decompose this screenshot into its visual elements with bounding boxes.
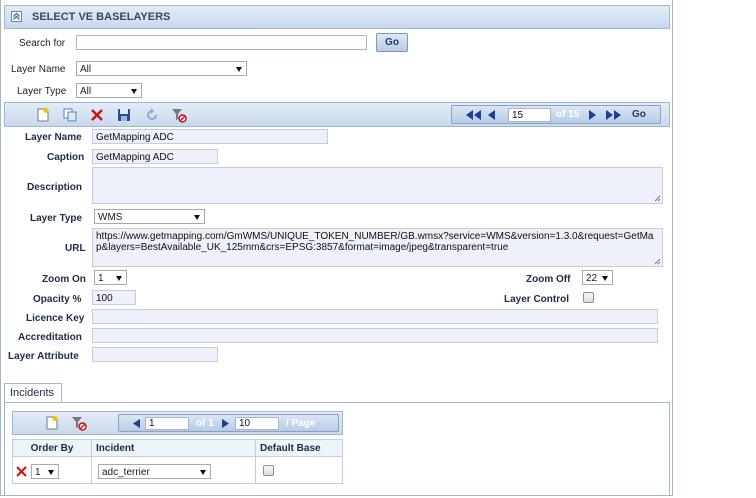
order-select[interactable]: 1 [31, 464, 59, 479]
order-cell: 1 [12, 456, 92, 484]
incidents-pager: 1 of 1 10 / Page [118, 414, 339, 432]
default-base-cell [255, 456, 343, 484]
record-count-text: of 15 [556, 109, 580, 120]
panel-title: SELECT VE BASELAYERS [32, 11, 171, 23]
chevron-down-icon [131, 89, 137, 94]
incident-page-count: of 1 [196, 418, 214, 429]
chevron-down-icon [236, 67, 242, 72]
incident-value: adc_terrier [102, 467, 150, 478]
prev-page-icon[interactable] [133, 419, 141, 428]
zoom-off-select[interactable]: 22 [582, 270, 613, 285]
caption-input[interactable]: GetMapping ADC [92, 149, 218, 164]
next-page-icon[interactable] [589, 110, 597, 120]
last-page-icon[interactable] [606, 110, 622, 120]
layer-name-label: Layer Name [25, 132, 82, 143]
collapse-icon[interactable] [11, 11, 22, 22]
search-input[interactable] [76, 35, 367, 50]
resize-handle-icon[interactable] [654, 195, 661, 202]
zoom-off-label: Zoom Off [526, 274, 571, 285]
accreditation-label: Accreditation [18, 332, 82, 343]
layer-type-label: Layer Type [30, 213, 83, 224]
layer-attribute-label: Layer Attribute [8, 351, 79, 362]
opacity-input[interactable]: 100 [92, 290, 136, 305]
chevron-down-icon [194, 215, 200, 220]
layer-control-checkbox[interactable] [583, 292, 594, 303]
resize-handle-icon[interactable] [654, 258, 661, 265]
save-record-icon[interactable] [116, 107, 132, 123]
prev-page-icon[interactable] [488, 110, 496, 120]
column-default-base[interactable]: Default Base [255, 439, 343, 457]
record-pager: 15 of 15 Go [451, 105, 661, 124]
delete-row-icon[interactable] [16, 466, 27, 477]
record-number-input[interactable]: 15 [508, 108, 551, 122]
panel-header: SELECT VE BASELAYERS [4, 5, 670, 29]
licence-key-input[interactable] [92, 309, 658, 324]
description-label: Description [27, 182, 83, 193]
incident-page-input[interactable]: 1 [145, 417, 189, 430]
accreditation-input[interactable] [92, 328, 658, 343]
layer-type-select[interactable]: WMS [94, 209, 205, 224]
layer-name-input[interactable]: GetMapping ADC [92, 129, 328, 144]
refresh-icon[interactable] [144, 107, 160, 123]
description-input[interactable] [92, 167, 663, 204]
opacity-label: Opacity % [33, 294, 82, 305]
zoom-on-label: Zoom On [42, 274, 86, 285]
zoom-off-value: 22 [586, 273, 598, 284]
incidents-toolbar: 1 of 1 10 / Page [12, 411, 343, 435]
delete-record-icon[interactable] [89, 107, 105, 123]
new-incident-icon[interactable] [44, 415, 60, 431]
order-value: 1 [35, 467, 41, 478]
zoom-on-select[interactable]: 1 [94, 270, 127, 285]
incident-page-size-input[interactable]: 10 [235, 417, 279, 430]
incidents-table: Order By Incident Default Base 1 adc_ter… [12, 439, 343, 484]
column-incident[interactable]: Incident [91, 439, 256, 457]
chevron-down-icon [116, 276, 122, 281]
url-value: https://www.getmapping.com/GmWMS/UNIQUE_… [96, 231, 654, 253]
next-page-icon[interactable] [222, 419, 230, 428]
layer-name-filter-label: Layer Name [11, 64, 66, 75]
caption-label: Caption [47, 152, 85, 163]
new-record-icon[interactable] [35, 107, 51, 123]
pager-go-button[interactable]: Go [632, 109, 646, 120]
column-order-by[interactable]: Order By [12, 439, 92, 457]
chevron-down-icon [200, 470, 206, 475]
tab-incidents[interactable]: Incidents [4, 383, 62, 403]
incident-cell: adc_terrier [91, 456, 256, 484]
copy-record-icon[interactable] [62, 107, 78, 123]
licence-key-label: Licence Key [26, 313, 85, 324]
zoom-on-value: 1 [98, 273, 104, 284]
table-row: 1 adc_terrier [12, 456, 343, 484]
search-go-button[interactable]: Go [376, 33, 408, 52]
layer-type-value: WMS [98, 212, 123, 223]
layer-type-filter-select[interactable]: All [76, 83, 142, 98]
chevron-down-icon [602, 276, 608, 281]
layer-name-filter-select[interactable]: All [76, 61, 247, 76]
default-base-checkbox[interactable] [263, 465, 274, 476]
clear-filter-icon[interactable] [171, 107, 187, 123]
layer-type-filter-label: Layer Type [17, 86, 67, 97]
layer-type-filter-value: All [80, 86, 92, 97]
incident-select[interactable]: adc_terrier [98, 464, 211, 479]
first-page-icon[interactable] [466, 110, 482, 120]
clear-filter-icon[interactable] [71, 415, 87, 431]
url-label: URL [65, 243, 86, 254]
record-toolbar: 15 of 15 Go [4, 102, 670, 127]
layer-name-filter-value: All [80, 64, 92, 75]
layer-attribute-input[interactable] [92, 347, 218, 362]
chevron-down-icon [48, 470, 54, 475]
layer-control-label: Layer Control [504, 294, 570, 305]
table-header-row: Order By Incident Default Base [12, 439, 343, 457]
search-label: Search for [19, 38, 66, 49]
per-page-label: / Page [286, 418, 316, 429]
url-input[interactable]: https://www.getmapping.com/GmWMS/UNIQUE_… [92, 228, 663, 267]
